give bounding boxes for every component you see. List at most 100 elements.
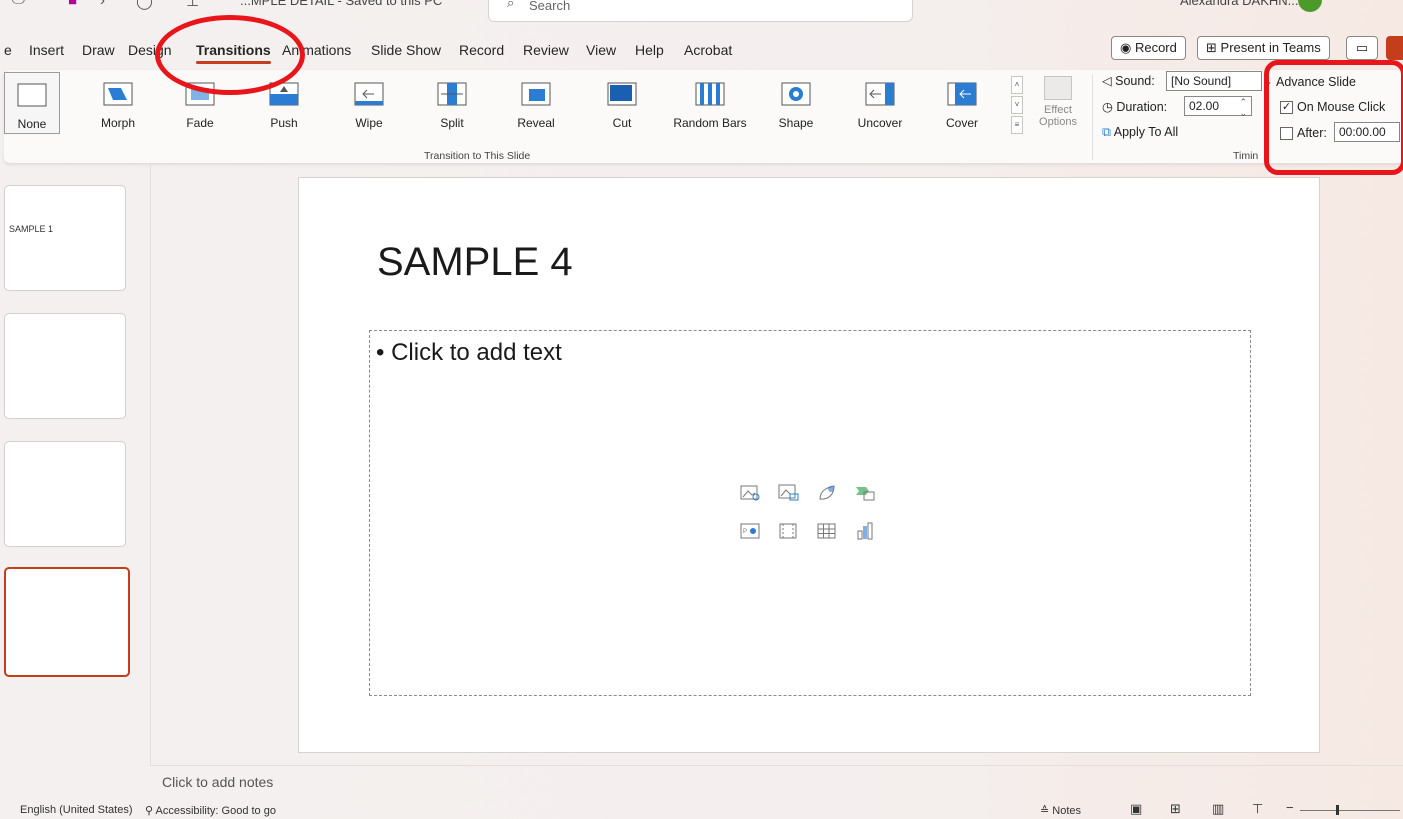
tab-slide-show[interactable]: Slide Show: [371, 42, 441, 58]
transition-morph[interactable]: Morph: [78, 72, 158, 134]
thumbnail-pane-divider[interactable]: [150, 164, 151, 764]
present-in-teams-label: Present in Teams: [1220, 40, 1321, 55]
video-icon[interactable]: [778, 521, 800, 541]
transition-shape[interactable]: Shape: [756, 72, 836, 134]
highlight-box-advance-slide: [1264, 60, 1403, 175]
sound-value: [No Sound]: [1171, 74, 1232, 88]
tab-view[interactable]: View: [586, 42, 616, 58]
morph-transition-icon: [103, 82, 133, 106]
search-placeholder: Search: [529, 0, 571, 13]
gallery-scroll-up-icon[interactable]: ˄: [1011, 76, 1023, 94]
transition-label: Wipe: [355, 116, 383, 130]
transition-cut[interactable]: Cut: [582, 72, 662, 134]
reset-icon[interactable]: ◯: [136, 0, 153, 10]
reading-view-icon[interactable]: ▥: [1212, 801, 1224, 817]
tab-review[interactable]: Review: [523, 42, 569, 58]
none-transition-icon: [17, 83, 47, 107]
search-icon: ⌕: [507, 0, 515, 10]
slide-thumbnail-2[interactable]: [4, 313, 126, 419]
slide-title[interactable]: SAMPLE 4: [377, 240, 573, 285]
slide-canvas[interactable]: SAMPLE 4 • Click to add text P: [298, 177, 1320, 753]
comments-button[interactable]: ▭: [1346, 36, 1378, 60]
transition-wipe[interactable]: Wipe: [329, 72, 409, 134]
transition-cover[interactable]: Cover: [922, 72, 1002, 134]
random-bars-transition-icon: [695, 82, 725, 106]
cameo-icon[interactable]: P: [740, 521, 762, 541]
redo-icon[interactable]: ›: [100, 0, 105, 9]
accessibility-status[interactable]: ⚲ Accessibility: Good to go: [145, 804, 276, 817]
gallery-more-icon[interactable]: ≡: [1011, 116, 1023, 134]
tab-help[interactable]: Help: [635, 42, 664, 58]
transition-label: Reveal: [517, 116, 555, 130]
transition-split[interactable]: Split: [412, 72, 492, 134]
stepper-arrows-icon[interactable]: ⌃ ⌄: [1239, 97, 1247, 119]
chart-icon[interactable]: [854, 521, 876, 541]
transition-label: None: [17, 117, 47, 131]
normal-view-icon[interactable]: ▣: [1130, 801, 1142, 817]
upload-icon[interactable]: ⊥: [186, 0, 199, 10]
user-name[interactable]: Alexandra DAKHN...: [1180, 0, 1299, 8]
record-button[interactable]: ◉ Record: [1111, 36, 1186, 60]
zoom-slider-thumb[interactable]: [1336, 805, 1339, 815]
transition-label: Uncover: [857, 116, 903, 130]
content-placeholder-text: • Click to add text: [376, 339, 562, 366]
zoom-out-icon[interactable]: −: [1286, 800, 1294, 815]
zoom-slider[interactable]: [1300, 810, 1400, 811]
slide-thumbnail-text: SAMPLE 1: [9, 224, 54, 234]
slide-thumbnail-3[interactable]: [4, 441, 126, 547]
transition-label: Cover: [945, 116, 978, 130]
slide-thumbnail-1[interactable]: SAMPLE 1: [4, 185, 126, 291]
sound-label-text: Sound:: [1115, 74, 1155, 88]
tab-home[interactable]: e: [4, 42, 12, 58]
present-in-teams-button[interactable]: ⊞ Present in Teams: [1197, 36, 1330, 60]
pictures-icon[interactable]: [778, 483, 800, 503]
clock-icon: ◷: [1102, 100, 1113, 114]
search-box[interactable]: ⌕ Search: [488, 0, 913, 22]
apply-to-all-label: Apply To All: [1113, 125, 1179, 139]
stock-images-icon[interactable]: [740, 483, 762, 503]
transition-random-bars[interactable]: Random Bars: [670, 72, 750, 134]
uncover-transition-icon: [865, 82, 895, 106]
tab-record[interactable]: Record: [459, 42, 504, 58]
tab-acrobat[interactable]: Acrobat: [684, 42, 732, 58]
duration-label-text: Duration:: [1116, 100, 1168, 114]
icons-icon[interactable]: [816, 483, 838, 503]
share-button[interactable]: [1386, 36, 1403, 60]
slide-thumbnail-4[interactable]: [4, 567, 130, 677]
smartart-icon[interactable]: [854, 483, 876, 503]
speaker-icon: ◁: [1102, 74, 1112, 88]
document-title: ...MPLE DETAIL - Saved to this PC: [240, 0, 443, 8]
notes-pane[interactable]: Click to add notes: [150, 765, 1403, 798]
split-transition-icon: [437, 82, 467, 106]
content-placeholder[interactable]: • Click to add text P: [369, 330, 1251, 696]
highlight-circle-transitions-tab: [155, 15, 305, 95]
cut-transition-icon: [607, 82, 637, 106]
effect-options-icon: [1044, 76, 1072, 100]
notes-toggle-button[interactable]: ≙ Notes: [1040, 804, 1081, 817]
transition-uncover[interactable]: Uncover: [840, 72, 920, 134]
transition-none[interactable]: None: [4, 72, 60, 134]
status-bar: English (United States) ⚲ Accessibility:…: [0, 800, 1403, 819]
sound-dropdown[interactable]: [No Sound] ⌄: [1166, 71, 1273, 91]
autosave-toggle-icon[interactable]: ⬭: [12, 0, 25, 9]
transition-reveal[interactable]: Reveal: [496, 72, 576, 134]
slide-show-icon[interactable]: ⊤: [1252, 801, 1263, 817]
gallery-scroll-down-icon[interactable]: ˅: [1011, 96, 1023, 114]
slide-sorter-icon[interactable]: ⊞: [1170, 801, 1181, 817]
tab-insert[interactable]: Insert: [29, 42, 64, 58]
accessibility-icon: ⚲: [145, 805, 154, 817]
avatar[interactable]: [1298, 0, 1322, 12]
app-logo-icon: ■: [68, 0, 78, 9]
duration-stepper[interactable]: 02.00 ⌃ ⌄: [1184, 96, 1252, 119]
apply-to-all-button[interactable]: ⧉ Apply To All: [1102, 125, 1178, 140]
gallery-scroller: ˄ ˅ ≡: [1011, 76, 1025, 136]
wipe-transition-icon: [354, 82, 384, 106]
language-status[interactable]: English (United States): [20, 804, 133, 816]
table-icon[interactable]: [816, 521, 838, 541]
group-label-timing: Timin: [1233, 150, 1259, 162]
effect-options-label: Effect: [1044, 104, 1072, 116]
tab-draw[interactable]: Draw: [82, 42, 115, 58]
notes-toggle-label: Notes: [1052, 805, 1082, 817]
effect-options-button[interactable]: Effect Options: [1028, 72, 1088, 136]
cover-transition-icon: [947, 82, 977, 106]
